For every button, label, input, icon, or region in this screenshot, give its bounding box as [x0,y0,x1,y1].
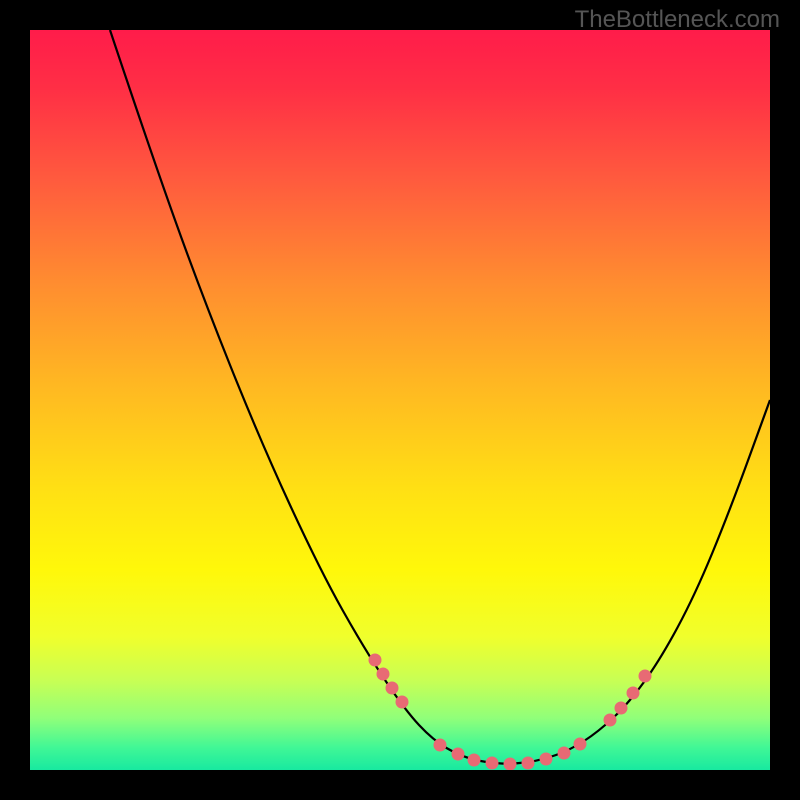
plot-svg [30,30,770,770]
curve-marker [540,753,552,765]
curve-marker [522,757,534,769]
curve-marker [486,757,498,769]
curve-marker [386,682,398,694]
curve-marker [396,696,408,708]
curve-markers-left [369,654,408,708]
bottleneck-curve [110,30,770,764]
curve-marker [639,670,651,682]
curve-marker [604,714,616,726]
curve-marker [452,748,464,760]
curve-marker [627,687,639,699]
plot-gradient-area [30,30,770,770]
curve-marker [504,758,516,770]
curve-marker [558,747,570,759]
chart-container: TheBottleneck.com [0,0,800,800]
watermark-text: TheBottleneck.com [575,6,780,34]
curve-marker [434,739,446,751]
curve-marker [615,702,627,714]
curve-markers-right [604,670,651,726]
curve-marker [574,738,586,750]
curve-marker [369,654,381,666]
curve-markers-bottom [434,738,586,770]
curve-marker [468,754,480,766]
curve-marker [377,668,389,680]
